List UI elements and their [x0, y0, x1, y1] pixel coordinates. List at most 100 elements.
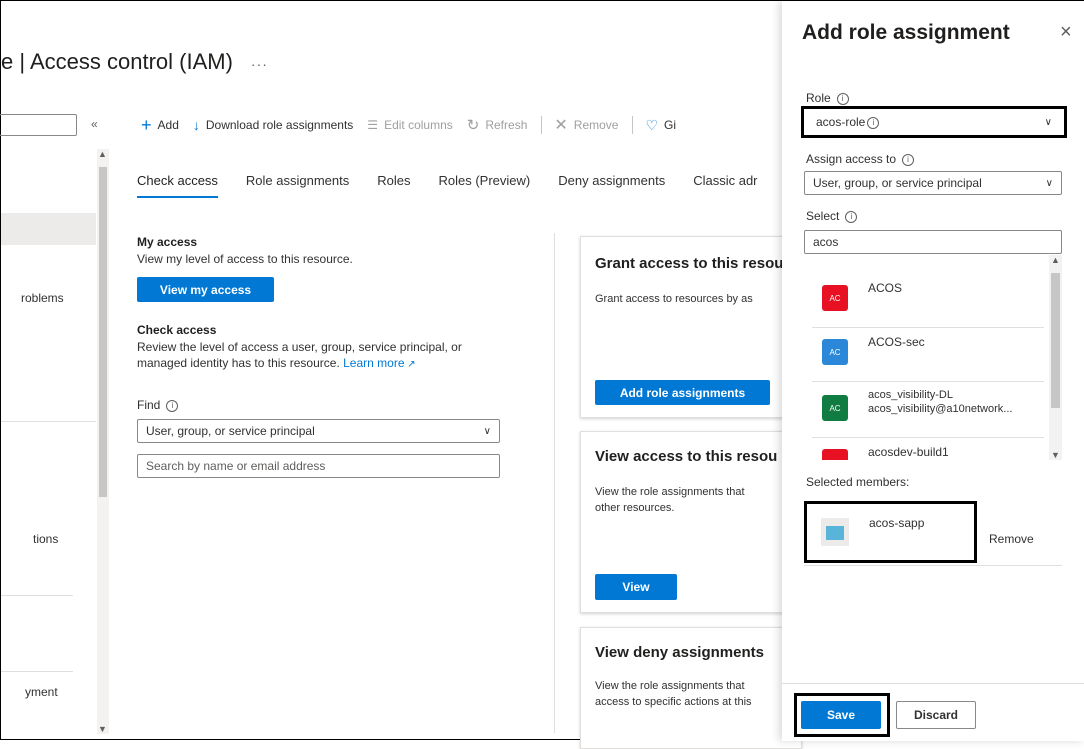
remove-button[interactable]: ✕ Remove [554, 115, 618, 135]
list-item[interactable]: acosdev-build1 [806, 441, 1049, 460]
nav-scrollbar[interactable]: ▲ ▼ [97, 149, 109, 734]
edit-columns-label: Edit columns [384, 118, 453, 132]
find-dropdown-value: User, group, or service principal [146, 424, 315, 438]
scroll-down-icon[interactable]: ▼ [1051, 450, 1060, 460]
footer-divider [782, 683, 1084, 684]
feedback-button[interactable]: ♡ Gi [645, 117, 676, 134]
info-icon[interactable]: i [166, 399, 179, 412]
grant-card-title: Grant access to this resou [595, 255, 784, 272]
result-name: acos_visibility-DL [868, 389, 953, 401]
list-divider [812, 327, 1044, 328]
heart-icon: ♡ [645, 116, 659, 133]
add-button[interactable]: + Add [141, 115, 179, 135]
tab-check-access[interactable]: Check access [137, 173, 218, 198]
find-dropdown[interactable]: User, group, or service principal ∨ [137, 419, 500, 443]
tab-classic-admins[interactable]: Classic adr [693, 173, 757, 198]
tab-roles[interactable]: Roles [377, 173, 410, 198]
list-divider [812, 381, 1044, 382]
avatar [821, 518, 849, 546]
select-label-text: Select [806, 209, 840, 223]
close-icon: ✕ [554, 117, 568, 134]
tab-roles-preview[interactable]: Roles (Preview) [439, 173, 531, 198]
toolbar-separator [632, 116, 634, 134]
view-my-access-button[interactable]: View my access [137, 277, 274, 302]
scroll-up-icon[interactable]: ▲ [1051, 255, 1060, 265]
view-card-desc-line1: View the role assignments that [595, 486, 745, 498]
deny-card-title: View deny assignments [595, 644, 764, 661]
avatar: AC [822, 339, 848, 365]
chevron-down-icon: ∨ [1045, 177, 1053, 189]
scroll-up-icon[interactable]: ▲ [98, 149, 107, 159]
download-button[interactable]: ↓ Download role assignments [193, 117, 353, 133]
tab-deny-assignments[interactable]: Deny assignments [558, 173, 665, 198]
assign-access-dropdown[interactable]: User, group, or service principal ∨ [804, 171, 1062, 195]
results-scrollbar[interactable]: ▲ ▼ [1049, 255, 1062, 460]
role-dropdown-value: acos-role i [816, 115, 880, 129]
more-icon[interactable]: ··· [251, 56, 268, 72]
role-value-text: acos-role [816, 115, 866, 129]
refresh-button[interactable]: ↻ Refresh [467, 116, 528, 134]
nav-item-connections[interactable]: tions [33, 532, 58, 546]
nav-selected-item[interactable] [1, 213, 96, 245]
view-card-title: View access to this resou [595, 448, 778, 465]
list-item[interactable]: AC ACOS [806, 257, 1049, 311]
deny-card-desc-line1: View the role assignments that [595, 680, 745, 692]
nav-search-input[interactable] [0, 114, 77, 136]
toolbar-separator [541, 116, 543, 134]
add-label: Add [157, 118, 179, 132]
edit-columns-button[interactable]: ☰ Edit columns [367, 118, 452, 132]
check-access-desc-line2: managed identity has to this resource. L… [137, 355, 462, 373]
section-divider [554, 233, 555, 733]
remove-member-link[interactable]: Remove [989, 532, 1034, 546]
info-icon[interactable]: i [867, 116, 880, 129]
results-list: AC ACOS AC ACOS-sec AC acos_visibility-D… [806, 257, 1049, 460]
chevron-down-icon: ∨ [483, 425, 491, 437]
result-name: ACOS-sec [868, 335, 925, 349]
deny-card-desc: View the role assignments that access to… [595, 678, 752, 710]
page-title: e | Access control (IAM) ··· [1, 49, 268, 75]
add-role-assignments-button[interactable]: Add role assignments [595, 380, 770, 405]
check-access-desc-text: managed identity has to this resource. [137, 356, 340, 370]
refresh-label: Refresh [485, 118, 528, 132]
learn-more-link[interactable]: Learn more [343, 356, 404, 370]
command-bar: + Add ↓ Download role assignments ☰ Edit… [141, 115, 690, 135]
close-icon[interactable]: × [1060, 21, 1072, 44]
nav-item-problems[interactable]: roblems [21, 291, 64, 305]
list-item[interactable]: AC ACOS-sec [806, 329, 1049, 383]
view-button[interactable]: View [595, 574, 677, 600]
discard-button[interactable]: Discard [896, 701, 976, 729]
assign-access-label: Assign access to i [806, 152, 915, 166]
selected-member-name: acos-sapp [869, 516, 925, 530]
download-label: Download role assignments [205, 118, 354, 132]
result-name: ACOS [868, 281, 903, 295]
tab-role-assignments[interactable]: Role assignments [246, 173, 349, 198]
info-icon[interactable]: i [902, 153, 915, 166]
find-label: Find i [137, 397, 179, 413]
collapse-icon[interactable]: « [91, 117, 98, 131]
view-card-desc-line2: other resources. [595, 502, 675, 514]
nav-divider [1, 671, 73, 672]
assign-access-value: User, group, or service principal [813, 176, 982, 190]
scroll-down-icon[interactable]: ▼ [98, 724, 107, 734]
chevron-down-icon: ∨ [1044, 116, 1052, 128]
selected-members-label: Selected members: [806, 475, 910, 489]
save-button[interactable]: Save [801, 701, 881, 729]
page-title-text: e | Access control (IAM) [1, 49, 233, 74]
scroll-thumb[interactable] [1051, 273, 1060, 408]
add-role-assignment-panel: Add role assignment × Role i acos-role i ∨… [782, 1, 1084, 741]
columns-icon: ☰ [367, 118, 379, 132]
avatar [822, 449, 848, 460]
role-dropdown[interactable]: acos-role i ∨ [807, 111, 1061, 133]
plus-icon: + [141, 115, 152, 135]
download-icon: ↓ [192, 117, 200, 133]
search-input[interactable]: Search by name or email address [137, 454, 500, 478]
info-icon[interactable]: i [845, 210, 858, 223]
nav-item-deployment[interactable]: yment [25, 685, 58, 699]
list-item[interactable]: AC acos_visibility-DL acos_visibility@a1… [806, 385, 1049, 439]
info-icon[interactable]: i [836, 92, 849, 105]
panel-title: Add role assignment [802, 21, 1010, 44]
selected-member-highlight: acos-sapp [804, 501, 977, 563]
result-name: acosdev-build1 [868, 445, 949, 459]
select-search-input[interactable]: acos [804, 230, 1062, 254]
scroll-thumb[interactable] [99, 167, 107, 497]
